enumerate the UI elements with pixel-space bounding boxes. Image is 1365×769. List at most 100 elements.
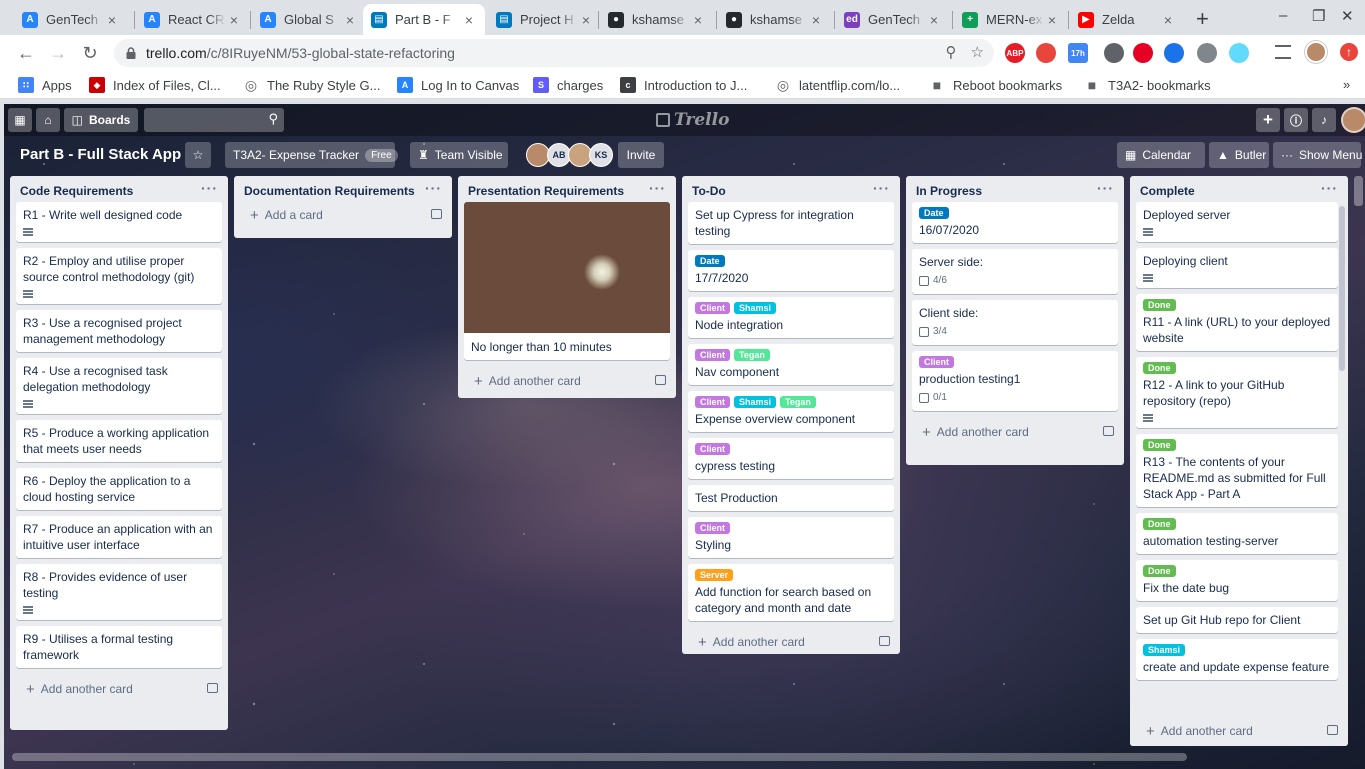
- card-template-icon[interactable]: [207, 683, 218, 693]
- notifications-bell-icon[interactable]: ♪: [1312, 108, 1336, 132]
- card[interactable]: Date 17/7/2020: [688, 250, 894, 291]
- back-arrow-icon[interactable]: ←: [14, 41, 38, 65]
- list-title[interactable]: Presentation Requirements ···: [458, 176, 676, 202]
- label-tegan[interactable]: Tegan: [734, 349, 770, 361]
- browser-tab[interactable]: ▤ Part B - F ×: [363, 4, 485, 35]
- card[interactable]: Client side: 3/4: [912, 300, 1118, 345]
- card[interactable]: Shamsi create and update expense feature: [1136, 639, 1338, 680]
- card[interactable]: Client Shamsi Tegan Expense overview compon…: [688, 391, 894, 432]
- label-done[interactable]: Done: [1143, 439, 1176, 451]
- label-server[interactable]: Server: [695, 569, 734, 581]
- pinterest-icon[interactable]: [1133, 43, 1153, 63]
- add-card-button[interactable]: + Add another card: [1130, 716, 1348, 746]
- card[interactable]: R2 - Employ and utilise proper source co…: [16, 248, 222, 304]
- label-shamsi[interactable]: Shamsi: [734, 396, 777, 408]
- minimize-icon[interactable]: –: [1279, 7, 1287, 24]
- card[interactable]: Deploying client: [1136, 248, 1338, 288]
- invite-button[interactable]: Invite: [618, 142, 664, 168]
- board-search-input[interactable]: ⚲: [144, 108, 284, 132]
- bookmark-star-icon[interactable]: ☆: [971, 43, 984, 61]
- address-bar[interactable]: trello.com/c/8IRuyeNM/53-global-state-re…: [114, 39, 994, 67]
- card[interactable]: R6 - Deploy the application to a cloud h…: [16, 468, 222, 510]
- reload-icon[interactable]: ↻: [78, 41, 102, 65]
- board-title[interactable]: Part B - Full Stack App: [20, 146, 181, 163]
- card[interactable]: R4 - Use a recognised task delegation me…: [16, 358, 222, 414]
- close-tab-icon[interactable]: ×: [1044, 12, 1060, 28]
- card-template-icon[interactable]: [1327, 725, 1338, 735]
- gear-ext-icon[interactable]: [1197, 43, 1217, 63]
- card-template-icon[interactable]: [655, 375, 666, 385]
- show-menu-button[interactable]: ··· Show Menu: [1273, 142, 1362, 168]
- card[interactable]: R7 - Produce an application with an intu…: [16, 516, 222, 558]
- browser-tab[interactable]: + MERN-ex ×: [954, 4, 1068, 35]
- close-window-icon[interactable]: ✕: [1341, 7, 1354, 25]
- update-alert-icon[interactable]: ↑: [1340, 43, 1358, 61]
- browser-tab[interactable]: ▶ Zelda ×: [1070, 4, 1184, 35]
- bookmark-8[interactable]: ■ Reboot bookmarks: [929, 77, 1062, 93]
- card[interactable]: Client production testing1 0/1: [912, 351, 1118, 411]
- boards-button[interactable]: ◫ Boards: [64, 108, 138, 132]
- add-card-button[interactable]: + Add another card: [458, 366, 676, 396]
- zoom-search-icon[interactable]: ⚲: [946, 43, 957, 61]
- card[interactable]: Done R12 - A link to your GitHub reposito…: [1136, 357, 1338, 428]
- card[interactable]: Client Shamsi Node integration: [688, 297, 894, 338]
- list-title[interactable]: In Progress ···: [906, 176, 1124, 202]
- card-template-icon[interactable]: [431, 209, 442, 219]
- browser-tab[interactable]: ▤ Project H ×: [488, 4, 602, 35]
- member-avatar[interactable]: [1341, 107, 1365, 133]
- card[interactable]: Server side: 4/6: [912, 249, 1118, 294]
- card[interactable]: Server Add function for search based on c…: [688, 564, 894, 621]
- bookmark-5[interactable]: Scharges: [533, 77, 603, 93]
- add-card-button[interactable]: + Add another card: [10, 674, 228, 704]
- complete-list-scrollbar[interactable]: [1339, 206, 1345, 371]
- bookmark-4[interactable]: A Log In to Canvas: [397, 77, 519, 93]
- label-shamsi[interactable]: Shamsi: [734, 302, 777, 314]
- browser-tab[interactable]: A React CR ×: [136, 4, 250, 35]
- close-tab-icon[interactable]: ×: [1160, 12, 1176, 28]
- add-card-button[interactable]: + Add another card: [906, 417, 1124, 447]
- card[interactable]: Done R13 - The contents of your README.md…: [1136, 434, 1338, 507]
- browser-tab[interactable]: ● kshamse ×: [718, 4, 832, 35]
- card[interactable]: R5 - Produce a working application that …: [16, 420, 222, 462]
- new-tab-plus-icon[interactable]: +: [1196, 6, 1209, 32]
- eyedropper-icon[interactable]: [1104, 43, 1124, 63]
- label-date[interactable]: Date: [919, 207, 949, 219]
- label-client[interactable]: Client: [695, 349, 731, 361]
- label-client[interactable]: Client: [695, 443, 731, 455]
- card[interactable]: Client Tegan Nav component: [688, 344, 894, 385]
- browser-tab[interactable]: A GenTech ×: [14, 4, 128, 35]
- label-done[interactable]: Done: [1143, 299, 1176, 311]
- card[interactable]: No longer than 10 minutes: [464, 202, 670, 360]
- card[interactable]: Date 16/07/2020: [912, 202, 1118, 243]
- close-tab-icon[interactable]: ×: [578, 12, 594, 28]
- list-actions-icon[interactable]: ···: [201, 180, 218, 196]
- label-client[interactable]: Client: [919, 356, 955, 368]
- team-button[interactable]: T3A2- Expense Tracker Free: [225, 142, 398, 168]
- butler-button[interactable]: ▲ Butler: [1209, 142, 1269, 168]
- calendar-button[interactable]: ▦ Calendar: [1117, 142, 1205, 168]
- card[interactable]: R1 - Write well designed code: [16, 202, 222, 242]
- close-tab-icon[interactable]: ×: [926, 12, 942, 28]
- close-tab-icon[interactable]: ×: [226, 12, 242, 28]
- home-icon[interactable]: ⌂: [36, 108, 60, 132]
- label-client[interactable]: Client: [695, 396, 731, 408]
- card[interactable]: Done automation testing-server: [1136, 513, 1338, 554]
- browser-tab[interactable]: ed GenTech ×: [836, 4, 950, 35]
- close-tab-icon[interactable]: ×: [104, 12, 120, 28]
- close-tab-icon[interactable]: ×: [461, 12, 477, 28]
- bookmark-2[interactable]: ◆ Index of Files, Cl...: [89, 77, 221, 93]
- calendar-ext-icon[interactable]: 17h: [1068, 43, 1088, 63]
- forward-arrow-icon[interactable]: →: [46, 41, 70, 65]
- close-tab-icon[interactable]: ×: [808, 12, 824, 28]
- media-queue-icon[interactable]: [1275, 45, 1291, 59]
- more-bookmarks-chevron-icon[interactable]: »: [1343, 77, 1350, 92]
- scrollbar-ext-icon[interactable]: [1036, 43, 1056, 63]
- add-card-button[interactable]: + Add another card: [682, 627, 900, 654]
- board-horizontal-scrollbar[interactable]: [12, 753, 1187, 761]
- card[interactable]: Client Styling: [688, 517, 894, 558]
- card[interactable]: Done R11 - A link (URL) to your deployed …: [1136, 294, 1338, 351]
- visibility-button[interactable]: ♜ Team Visible: [410, 142, 508, 168]
- restore-icon[interactable]: ❐: [1312, 7, 1325, 25]
- bookmark-1[interactable]: ∷ Apps: [18, 77, 72, 93]
- profile-avatar[interactable]: [1305, 41, 1327, 63]
